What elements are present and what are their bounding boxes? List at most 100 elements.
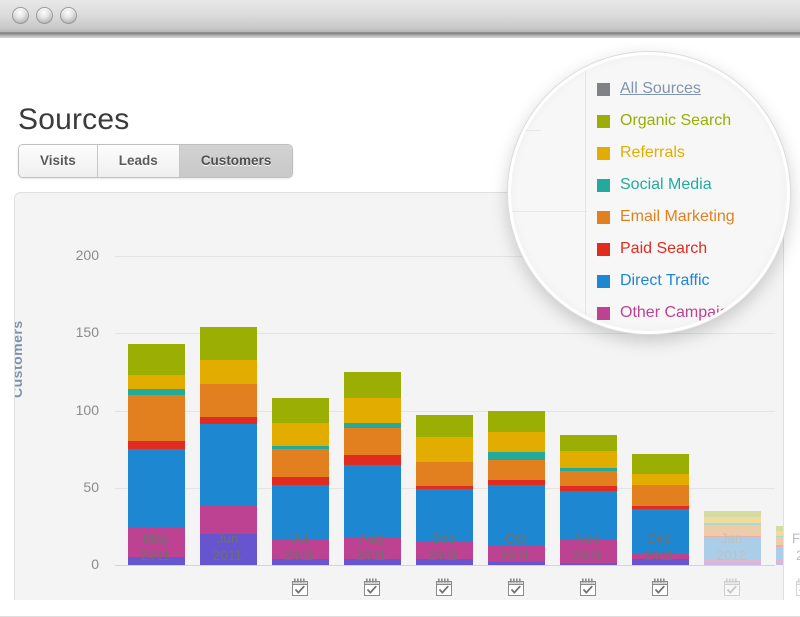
legend-item-email-marketing[interactable]: Email Marketing [597,201,787,233]
y-axis-tick: 50 [83,479,99,495]
bar-segment-direct-traffic[interactable] [128,449,185,528]
legend-item-all-sources[interactable]: All Sources [597,73,787,105]
calendar-check-icon[interactable] [723,578,741,597]
gridline [511,211,587,212]
bar-segment-organic-search[interactable] [344,372,401,398]
calendar-check-icon[interactable] [507,578,525,597]
legend-item-organic-search[interactable]: Organic Search [597,105,787,137]
bar-segment-organic-search[interactable] [128,344,185,375]
plot-edge-line [585,55,586,331]
bar-segment-organic-search[interactable] [632,454,689,474]
bar-segment-paid-search[interactable] [200,417,257,425]
x-axis-label-year: 2011 [476,547,556,564]
bar-segment-organic-search[interactable] [560,435,617,450]
bar-segment-referrals[interactable] [344,398,401,423]
x-axis-label: Jun2011 [188,530,268,564]
magnifier-lens: All Sources Organic Search Referrals Social… [508,52,790,334]
bar-segment-organic-search[interactable] [488,411,545,433]
tab-visits[interactable]: Visits [19,145,98,177]
legend-item-referrals[interactable]: Referrals [597,137,787,169]
x-axis-label-month: Jan [721,531,743,546]
gridline [511,293,533,294]
legend-item-other-campaign[interactable]: Other Campaign [597,297,787,329]
bar-segment-referrals[interactable] [200,360,257,385]
legend-swatch-icon [597,307,610,320]
x-axis-label-month: Sep [431,531,455,546]
bar-segment-organic-search[interactable] [272,398,329,423]
calendar-check-icon[interactable] [795,578,800,597]
calendar-check-icon[interactable] [363,578,381,597]
legend-swatch-icon [597,243,610,256]
window-controls [12,7,77,24]
bar-segment-referrals[interactable] [128,375,185,389]
gridline [511,130,541,131]
close-icon[interactable] [12,7,29,24]
page-title: Sources [18,103,129,137]
y-axis-tick: 100 [76,402,99,418]
bar-segment-email-marketing[interactable] [344,428,401,456]
x-axis-label-year: 2011 [188,547,268,564]
x-axis-label: May2011 [116,530,196,564]
bar-segment-email-marketing[interactable] [272,449,329,477]
x-axis-label-month: Feb [792,531,800,546]
legend-label[interactable]: All Sources [620,80,701,98]
legend-label[interactable]: Organic Search [620,112,731,130]
x-axis-label-month: Dec [647,531,671,546]
bar-segment-email-marketing[interactable] [200,384,257,416]
tab-customers[interactable]: Customers [180,145,293,177]
calendar-check-icon[interactable] [435,578,453,597]
x-axis-label-month: Aug [359,531,383,546]
legend-label[interactable]: Referrals [620,144,685,162]
calendar-check-icon[interactable] [579,578,597,597]
tab-group: VisitsLeadsCustomers [18,144,293,178]
minimize-icon[interactable] [36,7,53,24]
zoom-icon[interactable] [60,7,77,24]
bar-segment-email-marketing[interactable] [488,460,545,480]
x-axis-label-month: Oct [505,531,526,546]
bar-segment-paid-search[interactable] [128,441,185,449]
x-axis-label-year: 20 [764,547,800,564]
x-axis-label: Feb20 [764,530,800,564]
bar-segment-paid-search[interactable] [272,477,329,485]
bar-segment-email-marketing[interactable] [632,485,689,507]
legend-label[interactable]: Other Campaign [620,304,737,322]
x-axis-label-year: 2011 [260,547,340,564]
bar-segment-email-marketing[interactable] [560,471,617,486]
legend-swatch-icon [597,211,610,224]
legend-label[interactable]: Social Media [620,176,712,194]
window-titlebar [0,0,800,33]
bar-segment-referrals[interactable] [560,451,617,468]
x-axis-label-year: 2011 [404,547,484,564]
x-axis-label-year: 2011 [620,547,700,564]
bar-segment-email-marketing[interactable] [128,395,185,441]
legend-swatch-icon [597,147,610,160]
x-axis-label-month: May [143,531,169,546]
legend-item-direct-traffic[interactable]: Direct Traffic [597,265,787,297]
legend-label[interactable]: Direct Traffic [620,272,710,290]
legend-item-paid-search[interactable]: Paid Search [597,233,787,265]
chart-legend: All Sources Organic Search Referrals Social… [597,73,787,329]
bar-segment-direct-traffic[interactable] [200,424,257,506]
bar-segment-referrals[interactable] [488,432,545,452]
tab-leads[interactable]: Leads [98,145,180,177]
legend-label[interactable]: Paid Search [620,240,707,258]
calendar-check-icon[interactable] [651,578,669,597]
bar-segment-paid-search[interactable] [344,455,401,464]
bar-segment-referrals[interactable] [416,437,473,462]
bar-segment-referrals[interactable] [632,474,689,485]
bar-segment-organic-search[interactable] [200,327,257,359]
bar-segment-direct-traffic[interactable] [344,465,401,538]
calendar-check-icon[interactable] [291,578,309,597]
x-axis-label: Jan2012 [692,530,772,564]
legend-item-social-media[interactable]: Social Media [597,169,787,201]
y-axis-tick: 200 [76,247,99,263]
bar-segment-organic-search[interactable] [416,415,473,437]
legend-swatch-icon [597,115,610,128]
bar-segment-referrals[interactable] [272,423,329,446]
x-axis-label-year: 2012 [692,547,772,564]
bar-segment-email-marketing[interactable] [416,462,473,487]
x-axis-label-year: 2011 [548,547,628,564]
x-axis-label: Sep2011 [404,530,484,564]
bar-segment-social-media[interactable] [488,452,545,460]
legend-label[interactable]: Email Marketing [620,208,735,226]
